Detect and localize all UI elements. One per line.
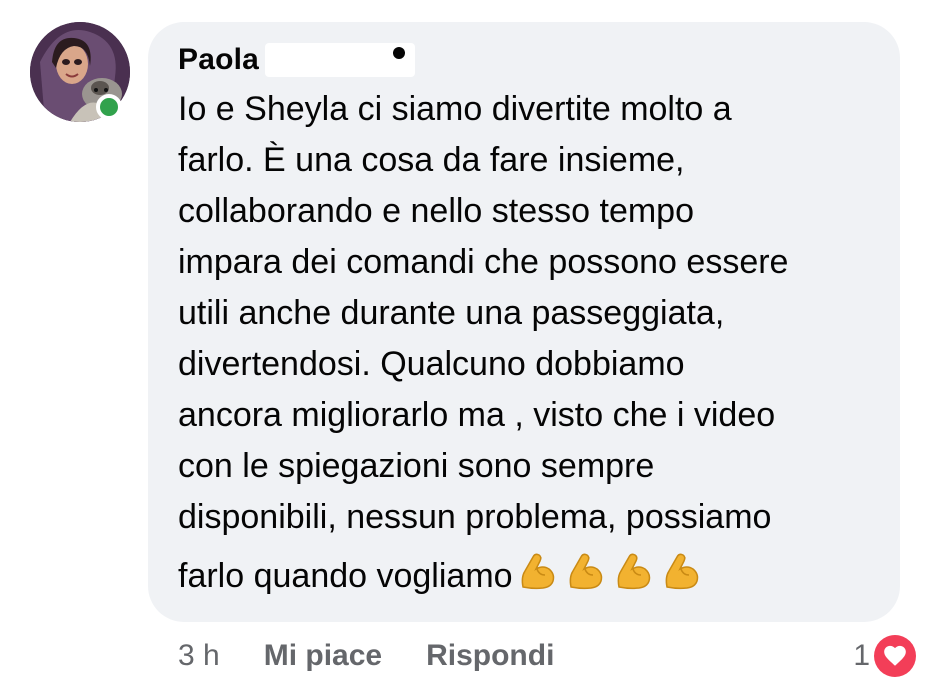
redacted-surname (265, 43, 416, 77)
comment-timestamp[interactable]: 3 h (178, 639, 220, 673)
flexed-biceps-icon (515, 549, 559, 593)
comment-text: Io e Sheyla ci siamo divertite molto a f… (178, 84, 878, 602)
like-button[interactable]: Mi piace (264, 639, 382, 673)
reaction-summary[interactable]: 1 (853, 634, 916, 678)
comment-author-name[interactable]: Paola (178, 43, 259, 77)
comment-text-line: impara dei comandi che possono essere (178, 243, 789, 281)
comment-text-line: farlo quando vogliamo (178, 557, 513, 595)
comment-author-row: Paola (178, 40, 416, 80)
comment-text-line: utili anche durante una passeggiata, (178, 294, 725, 332)
emoji-group (515, 549, 703, 593)
heart-reaction-icon (874, 635, 916, 677)
online-status-indicator (96, 94, 122, 120)
comment-text-line: Io e Sheyla ci siamo divertite molto a (178, 90, 732, 128)
flexed-biceps-icon (659, 549, 703, 593)
comment-text-line: divertendosi. Qualcuno dobbiamo (178, 345, 685, 383)
comment-text-line: ancora migliorarlo ma , visto che i vide… (178, 396, 776, 434)
flexed-biceps-icon (611, 549, 655, 593)
comment-text-line: disponibili, nessun problema, possiamo (178, 498, 772, 536)
comment-actions: 3 h Mi piace Rispondi (178, 636, 554, 676)
comment-text-last-line: farlo quando vogliamo (178, 549, 878, 602)
reply-button[interactable]: Rispondi (426, 639, 554, 673)
comment-text-line: collaborando e nello stesso tempo (178, 192, 694, 230)
flexed-biceps-icon (563, 549, 607, 593)
reaction-count: 1 (853, 639, 870, 672)
comment-text-line: con le spiegazioni sono sempre (178, 447, 655, 485)
comment-text-line: farlo. È una cosa da fare insieme, (178, 141, 685, 179)
